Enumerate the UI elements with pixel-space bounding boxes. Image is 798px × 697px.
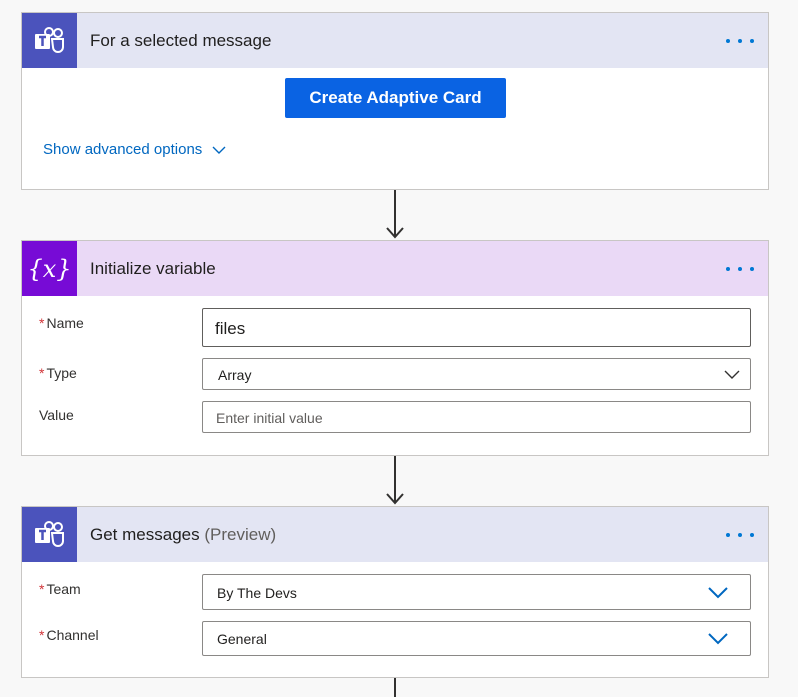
get-messages-card: Get messages (Preview) * Team By The Devs… [21,506,769,678]
flow-connector-arrow [386,190,404,239]
chevron-down-icon [708,587,728,599]
team-label: * Team [39,581,81,597]
type-label: * Type [39,365,77,381]
team-dropdown[interactable]: By The Devs [202,574,751,610]
trigger-card-header[interactable]: For a selected message [22,13,768,68]
channel-dropdown[interactable]: General [202,621,751,656]
chevron-down-icon [212,146,226,154]
channel-label: * Channel [39,627,99,643]
get-messages-header[interactable]: Get messages (Preview) [22,507,768,562]
card-title: For a selected message [90,31,272,50]
variable-value-input[interactable]: Enter initial value [202,401,751,433]
teams-icon [22,13,77,68]
flow-connector-arrow [386,456,404,505]
trigger-card-for-selected-message: For a selected message Create Adaptive C… [21,12,769,190]
show-advanced-options-link[interactable]: Show advanced options [43,141,226,158]
variable-name-input[interactable]: files [202,308,751,347]
preview-tag: (Preview) [204,525,277,544]
variable-type-dropdown[interactable]: Array [202,358,751,390]
flow-connector-line [394,678,396,697]
chevron-down-icon [708,633,728,645]
name-label: * Name [39,315,84,331]
value-label: Value [39,407,74,423]
chevron-down-icon [724,370,740,379]
create-adaptive-card-button[interactable]: Create Adaptive Card [285,78,506,118]
card-title: Get messages (Preview) [90,525,277,544]
teams-icon [22,507,77,562]
card-title: Initialize variable [90,259,216,278]
more-options-button[interactable] [726,259,754,279]
more-options-button[interactable] [726,525,754,545]
variable-icon: {x} [22,241,77,296]
more-options-button[interactable] [726,31,754,51]
initialize-variable-header[interactable]: {x} Initialize variable [22,241,768,296]
show-advanced-options-label: Show advanced options [43,141,203,158]
initialize-variable-card: {x} Initialize variable * Name files * Typ… [21,240,769,456]
